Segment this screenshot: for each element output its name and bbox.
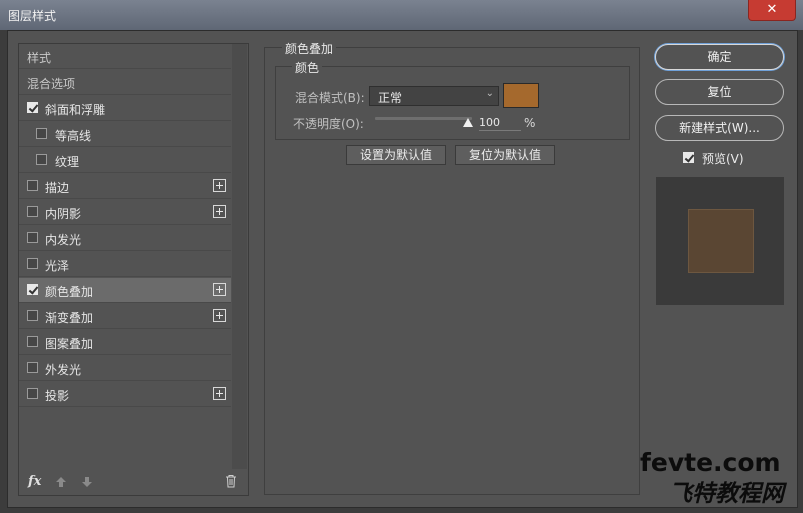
opacity-slider-track[interactable] [375,117,472,120]
outer-glow-checkbox[interactable] [27,362,38,373]
texture-checkbox[interactable] [36,154,47,165]
inner-shadow-checkbox[interactable] [27,206,38,217]
color-overlay-checkbox[interactable] [27,284,38,295]
add-gradient-overlay-icon[interactable] [213,309,226,322]
window-title: 图层样式 [8,9,57,23]
gradient-overlay-checkbox[interactable] [27,310,38,321]
close-icon: ✕ [766,2,778,17]
styles-header-label: 样式 [27,51,52,65]
style-item-inner-shadow[interactable]: 内阴影 [19,200,231,225]
watermark-domain: fevte.com [640,448,781,477]
style-item-bevel-emboss[interactable]: 斜面和浮雕 [19,96,231,121]
bevel-emboss-checkbox[interactable] [27,102,38,113]
chevron-down-icon: ⌄ [485,88,494,99]
preview-label: 预览(V) [702,152,744,166]
add-drop-shadow-icon[interactable] [213,387,226,400]
style-item-stroke[interactable]: 描边 [19,174,231,199]
style-item-label: 颜色叠加 [45,285,94,299]
move-down-icon[interactable] [81,475,93,489]
new-style-button[interactable]: 新建样式(W)... [655,115,784,141]
styles-scrollbar[interactable] [232,44,247,469]
ok-button[interactable]: 确定 [655,44,784,70]
stroke-checkbox[interactable] [27,180,38,191]
fx-icon[interactable]: fx [28,474,41,489]
preview-swatch [688,209,754,273]
style-item-gradient-overlay[interactable]: 渐变叠加 [19,304,231,329]
add-stroke-icon[interactable] [213,179,226,192]
inner-glow-checkbox[interactable] [27,232,38,243]
opacity-input[interactable]: 100 [479,115,521,131]
add-inner-shadow-icon[interactable] [213,205,226,218]
preview-checkbox[interactable] [683,152,694,163]
style-item-label: 外发光 [45,363,82,377]
styles-header[interactable]: 样式 [19,44,231,69]
opacity-unit: % [524,116,536,130]
move-up-icon[interactable] [55,475,67,489]
blending-options-item[interactable]: 混合选项 [19,70,231,95]
blend-mode-value: 正常 [378,91,403,105]
styles-toolbar: fx [19,470,248,495]
watermark-site-name: 飞特教程网 [669,481,784,507]
style-item-label: 描边 [45,181,70,195]
pattern-overlay-checkbox[interactable] [27,336,38,347]
style-item-label: 内发光 [45,233,82,247]
style-item-contour[interactable]: 等高线 [19,122,231,147]
set-default-button[interactable]: 设置为默认值 [346,145,446,165]
trash-icon[interactable] [225,474,237,488]
reset-default-button[interactable]: 复位为默认值 [455,145,555,165]
style-item-drop-shadow[interactable]: 投影 [19,382,231,407]
style-item-label: 斜面和浮雕 [45,103,106,117]
style-item-outer-glow[interactable]: 外发光 [19,356,231,381]
style-item-label: 等高线 [55,129,92,143]
style-item-pattern-overlay[interactable]: 图案叠加 [19,330,231,355]
style-item-inner-glow[interactable]: 内发光 [19,226,231,251]
opacity-label: 不透明度(O): [293,117,364,131]
style-item-label: 纹理 [55,155,80,169]
style-item-label: 内阴影 [45,207,82,221]
style-item-label: 图案叠加 [45,337,94,351]
blend-mode-select[interactable]: 正常 ⌄ [369,86,499,106]
add-color-overlay-icon[interactable] [213,283,226,296]
style-item-satin[interactable]: 光泽 [19,252,231,277]
style-item-label: 光泽 [45,259,70,273]
contour-checkbox[interactable] [36,128,47,139]
satin-checkbox[interactable] [27,258,38,269]
blending-options-label: 混合选项 [27,77,76,91]
reset-button[interactable]: 复位 [655,79,784,105]
drop-shadow-checkbox[interactable] [27,388,38,399]
style-preview [656,177,784,305]
window-titlebar: 图层样式 ✕ [0,0,803,30]
style-item-color-overlay[interactable]: 颜色叠加 [19,278,231,303]
color-overlay-title: 颜色叠加 [282,40,337,57]
styles-list-panel: 样式 混合选项 斜面和浮雕 等高线 纹理 描边 内阴影 内发光 光泽 颜色叠加 … [18,43,249,496]
overlay-color-swatch[interactable] [503,83,539,108]
blend-mode-label: 混合模式(B): [295,91,365,105]
style-item-texture[interactable]: 纹理 [19,148,231,173]
opacity-slider-thumb[interactable] [463,118,473,127]
style-item-label: 渐变叠加 [45,311,94,325]
style-item-label: 投影 [45,389,70,403]
close-button[interactable]: ✕ [748,0,796,21]
color-subgroup-title: 颜色 [292,59,323,76]
